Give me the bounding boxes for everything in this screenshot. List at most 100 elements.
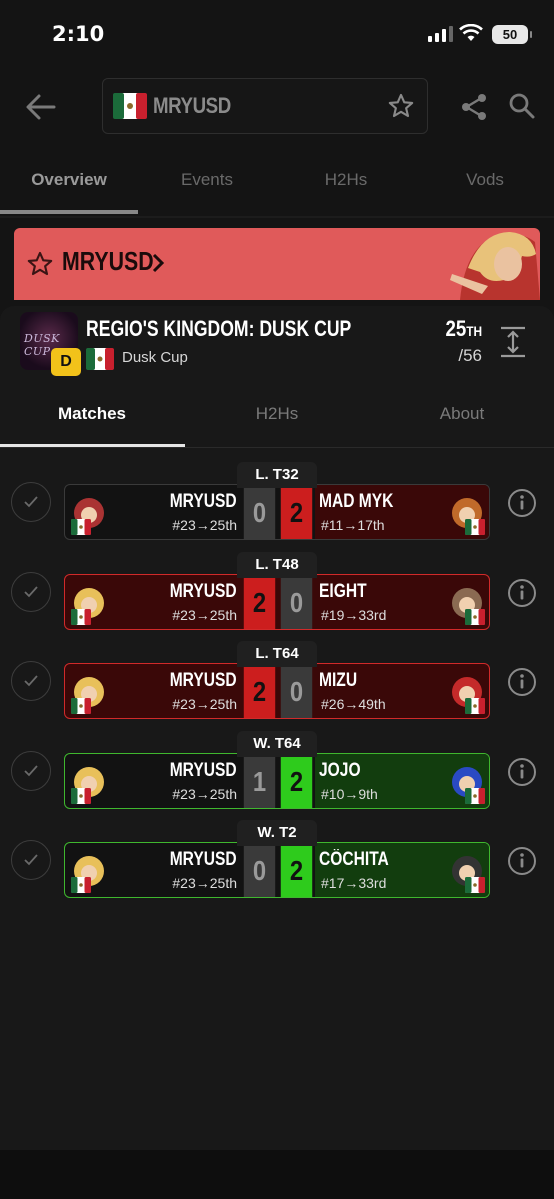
info-icon[interactable] [507, 488, 537, 518]
active-tab-indicator [0, 210, 138, 214]
player1-side[interactable]: MRYUSD #23→25th [65, 485, 241, 539]
event-title[interactable]: REGIO'S KINGDOM: DUSK CUP [86, 316, 351, 342]
info-icon[interactable] [507, 757, 537, 787]
match-scoreboard[interactable]: MRYUSD #23→25th 0 2 MAD MYK #11→17th [64, 484, 490, 540]
top-tab-bar: Overview Events H2Hs Vods [0, 160, 554, 216]
player-banner[interactable]: MRYUSD [14, 228, 540, 300]
tab-vods[interactable]: Vods [416, 170, 554, 190]
player2-score: 2 [280, 485, 313, 539]
round-label: W. T64 [237, 731, 317, 757]
info-icon[interactable] [507, 846, 537, 876]
player1-seed: #23→25th [172, 875, 237, 891]
battery-indicator: 50 [492, 25, 532, 44]
player2-name: CÖCHITA [319, 849, 389, 870]
player2-seed: #19→33rd [321, 607, 387, 623]
tab-about[interactable]: About [370, 404, 554, 424]
checkmark-icon [24, 765, 38, 777]
tab-matches[interactable]: Matches [0, 404, 184, 424]
checkmark-button[interactable] [11, 840, 51, 880]
tab-events[interactable]: Events [138, 170, 276, 190]
favorite-star-icon[interactable] [26, 250, 54, 278]
info-icon[interactable] [507, 578, 537, 608]
player1-name: MRYUSD [170, 849, 237, 870]
mexico-flag-icon [465, 698, 485, 714]
match-scoreboard[interactable]: MRYUSD #23→25th 2 0 MIZU #26→49th [64, 663, 490, 719]
mexico-flag-icon [86, 348, 114, 370]
tab-event-h2hs[interactable]: H2Hs [185, 404, 369, 424]
mexico-flag-icon [71, 609, 91, 625]
round-label: W. T2 [237, 820, 317, 846]
player2-score: 0 [280, 664, 313, 718]
tier-badge: D [51, 348, 81, 376]
player1-side[interactable]: MRYUSD #23→25th [65, 575, 241, 629]
player2-side[interactable]: JOJO #10→9th [315, 754, 489, 808]
checkmark-button[interactable] [11, 482, 51, 522]
placement-rank: 25TH [445, 316, 482, 341]
match-scoreboard[interactable]: MRYUSD #23→25th 2 0 EIGHT #19→33rd [64, 574, 490, 630]
match-row[interactable]: W. T64 MRYUSD #23→25th 1 2 JOJO #10→9th [0, 731, 554, 809]
player2-side[interactable]: MAD MYK #11→17th [315, 485, 489, 539]
player2-score: 2 [280, 843, 313, 897]
player1-side[interactable]: MRYUSD #23→25th [65, 754, 241, 808]
mexico-flag-icon [113, 93, 147, 119]
character-portrait-ken [450, 232, 540, 300]
player1-name: MRYUSD [170, 670, 237, 691]
player1-name: MRYUSD [170, 581, 237, 602]
player2-seed: #26→49th [321, 696, 386, 712]
round-label: L. T32 [237, 462, 317, 488]
share-icon[interactable] [460, 92, 490, 122]
player2-name: EIGHT [319, 581, 367, 602]
favorite-star-icon[interactable] [387, 92, 415, 120]
match-row[interactable]: L. T64 MRYUSD #23→25th 2 0 MIZU #26→49th [0, 641, 554, 719]
player2-score: 0 [280, 575, 313, 629]
search-value: MRYUSD [153, 93, 231, 118]
player1-side[interactable]: MRYUSD #23→25th [65, 843, 241, 897]
checkmark-icon [24, 496, 38, 508]
wifi-icon [459, 24, 483, 41]
player1-seed: #23→25th [172, 786, 237, 802]
player2-side[interactable]: CÖCHITA #17→33rd [315, 843, 489, 897]
player2-seed: #10→9th [321, 786, 378, 802]
match-row[interactable]: L. T32 MRYUSD #23→25th 0 2 MAD MYK #11→17th [0, 462, 554, 540]
match-row[interactable]: L. T48 MRYUSD #23→25th 2 0 EIGHT #19→33rd [0, 552, 554, 630]
player2-side[interactable]: EIGHT #19→33rd [315, 575, 489, 629]
banner-player-name: MRYUSD [62, 246, 154, 276]
player2-seed: #17→33rd [321, 875, 387, 891]
match-scoreboard[interactable]: MRYUSD #23→25th 1 2 JOJO #10→9th [64, 753, 490, 809]
player1-seed: #23→25th [172, 696, 237, 712]
checkmark-button[interactable] [11, 572, 51, 612]
checkmark-button[interactable] [11, 751, 51, 791]
info-icon[interactable] [507, 667, 537, 697]
player2-side[interactable]: MIZU #26→49th [315, 664, 489, 718]
bottom-bar [0, 1150, 554, 1199]
search-icon[interactable] [508, 92, 536, 120]
checkmark-icon [24, 854, 38, 866]
mexico-flag-icon [71, 877, 91, 893]
entrant-count: /56 [458, 346, 482, 365]
app-bar: MRYUSD [0, 70, 554, 144]
match-row[interactable]: W. T2 MRYUSD #23→25th 0 2 CÖCHITA #17→33rd [0, 820, 554, 898]
event-placement: 25TH /56 [439, 316, 482, 366]
back-arrow-icon[interactable] [24, 90, 58, 124]
player1-seed: #23→25th [172, 607, 237, 623]
player1-side[interactable]: MRYUSD #23→25th [65, 664, 241, 718]
round-label: L. T64 [237, 641, 317, 667]
tab-h2hs[interactable]: H2Hs [277, 170, 415, 190]
mexico-flag-icon [465, 788, 485, 804]
player1-seed: #23→25th [172, 517, 237, 533]
match-scoreboard[interactable]: MRYUSD #23→25th 0 2 CÖCHITA #17→33rd [64, 842, 490, 898]
player2-name: JOJO [319, 760, 361, 781]
player1-score: 2 [243, 664, 276, 718]
mexico-flag-icon [71, 788, 91, 804]
player1-score: 1 [243, 754, 276, 808]
checkmark-button[interactable] [11, 661, 51, 701]
player2-score: 2 [280, 754, 313, 808]
mexico-flag-icon [71, 698, 91, 714]
cellular-signal-icon [428, 26, 453, 42]
tab-overview[interactable]: Overview [0, 170, 138, 190]
checkmark-icon [24, 586, 38, 598]
event-subtitle: Dusk Cup [122, 349, 188, 366]
inner-tabs-divider [0, 447, 554, 448]
player-search-field[interactable]: MRYUSD [102, 78, 428, 134]
expand-icon[interactable] [500, 326, 526, 358]
